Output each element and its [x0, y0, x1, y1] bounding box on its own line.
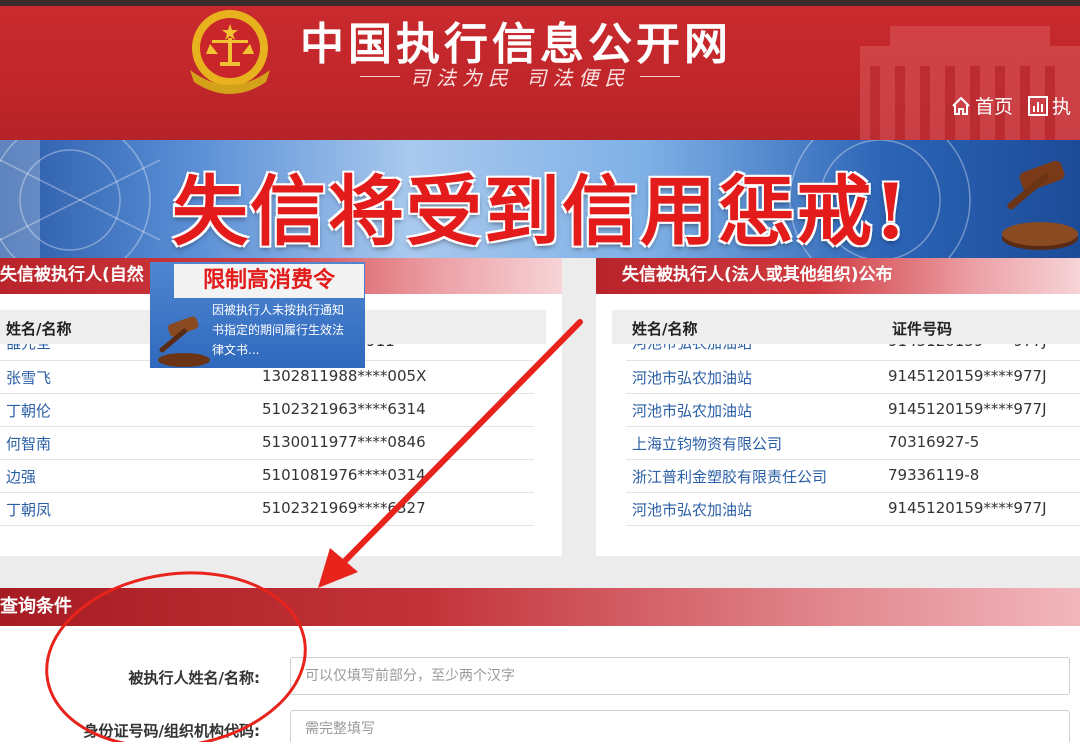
row-id: 79336119-8 [888, 466, 980, 484]
row-name[interactable]: 河池市弘农加油站 [632, 400, 752, 421]
table-row[interactable]: 河池市弘农加油站 9145120159****977J [626, 493, 1080, 526]
home-icon [952, 96, 970, 115]
row-name[interactable]: 河池市弘农加油站 [632, 344, 752, 353]
table-row[interactable]: 河池市弘农加油站 9145120159****977J [626, 344, 1080, 361]
table-row[interactable]: 何智南 5130011977****0846 [0, 427, 534, 460]
individuals-list: 雒先全 ***2911 张雪飞 1302811988****005X 丁朝伦 5… [0, 344, 534, 526]
promo-banner[interactable]: 失信将受到信用惩戒! [0, 140, 1080, 258]
nav-home[interactable]: 首页 [950, 92, 1013, 119]
banner-headline: 失信将受到信用惩戒! [172, 167, 910, 256]
top-nav: 首页 执 [950, 92, 1071, 119]
row-name[interactable]: 丁朝伦 [6, 400, 51, 421]
row-name[interactable]: 何智南 [6, 433, 51, 454]
id-field-label: 身份证号码/组织机构代码: [83, 722, 260, 740]
row-name[interactable]: 浙江普利金塑胶有限责任公司 [632, 466, 827, 487]
table-row[interactable]: 河池市弘农加油站 9145120159****977J [626, 361, 1080, 394]
panel-organizations: 失信被执行人(法人或其他组织)公布 姓名/名称 证件号码 河池市弘农加油站 91… [596, 258, 1080, 556]
gavel-icon [1002, 160, 1078, 250]
court-emblem-icon [190, 10, 270, 94]
row-name[interactable]: 张雪飞 [6, 367, 51, 388]
row-id: 9145120159****977J [888, 499, 1047, 517]
row-id: 5102321963****6314 [262, 400, 426, 418]
gavel-icon [158, 316, 210, 367]
table-row[interactable]: 丁朝凤 5102321969****6327 [0, 493, 534, 526]
organizations-list: 河池市弘农加油站 9145120159****977J 河池市弘农加油站 914… [626, 344, 1080, 526]
nav-execution-label: 执 [1052, 96, 1072, 118]
row-id: 70316927-5 [888, 433, 980, 451]
panel-organizations-title: 失信被执行人(法人或其他组织)公布 [596, 258, 1080, 294]
row-id: 9145120159****977J [888, 400, 1047, 418]
column-name-header: 姓名/名称 [6, 320, 72, 338]
table-row[interactable]: 上海立钧物资有限公司 70316927-5 [626, 427, 1080, 460]
row-name[interactable]: 雒先全 [6, 344, 51, 353]
row-id: 5101081976****0314 [262, 466, 426, 484]
site-slogan: 司法为民 司法便民 [410, 66, 631, 90]
table-row[interactable]: 河池市弘农加油站 9145120159****977J [626, 394, 1080, 427]
id-input[interactable] [290, 710, 1070, 742]
consumption-restriction-ad[interactable]: 限制高消费令 因被执行人未按执行通知书指定的期间履行生效法律文书... [150, 262, 365, 368]
column-id-header: 证件号码 [892, 320, 953, 338]
query-form: 被执行人姓名/名称: 身份证号码/组织机构代码: [0, 626, 1080, 742]
column-name-header: 姓名/名称 [632, 320, 698, 338]
nav-execution[interactable]: 执 [1027, 92, 1071, 119]
query-section-title: 查询条件 [0, 588, 1080, 626]
row-name[interactable]: 边强 [6, 466, 36, 487]
row-name[interactable]: 上海立钧物资有限公司 [632, 433, 782, 454]
table-row[interactable]: 边强 5101081976****0314 [0, 460, 534, 493]
row-id: 9145120159****977J [888, 367, 1047, 385]
row-id: 1302811988****005X [262, 367, 427, 385]
table-header: 姓名/名称 证件号码 [612, 310, 1080, 344]
row-name[interactable]: 丁朝凤 [6, 499, 51, 520]
nav-home-label: 首页 [975, 96, 1014, 118]
ad-title: 限制高消费令 [174, 264, 364, 298]
court-building-illustration [860, 26, 1080, 140]
slogan-divider [640, 76, 681, 77]
table-row[interactable]: 浙江普利金塑胶有限责任公司 79336119-8 [626, 460, 1080, 493]
ad-text: 因被执行人未按执行通知书指定的期间履行生效法律文书... [212, 303, 345, 357]
name-input[interactable] [290, 657, 1070, 695]
name-field-label: 被执行人姓名/名称: [128, 669, 260, 687]
chart-icon [1028, 95, 1049, 116]
table-row[interactable]: 丁朝伦 5102321963****6314 [0, 394, 534, 427]
row-name[interactable]: 河池市弘农加油站 [632, 499, 752, 520]
row-id: 5130011977****0846 [262, 433, 426, 451]
row-name[interactable]: 河池市弘农加油站 [632, 367, 752, 388]
row-id: 5102321969****6327 [262, 499, 426, 517]
site-header: 中国执行信息公开网 司法为民 司法便民 首页 执 [0, 6, 1080, 140]
slogan-row: 司法为民 司法便民 [360, 62, 681, 91]
slogan-divider [360, 76, 400, 77]
row-id: 9145120159****977J [888, 344, 1047, 350]
